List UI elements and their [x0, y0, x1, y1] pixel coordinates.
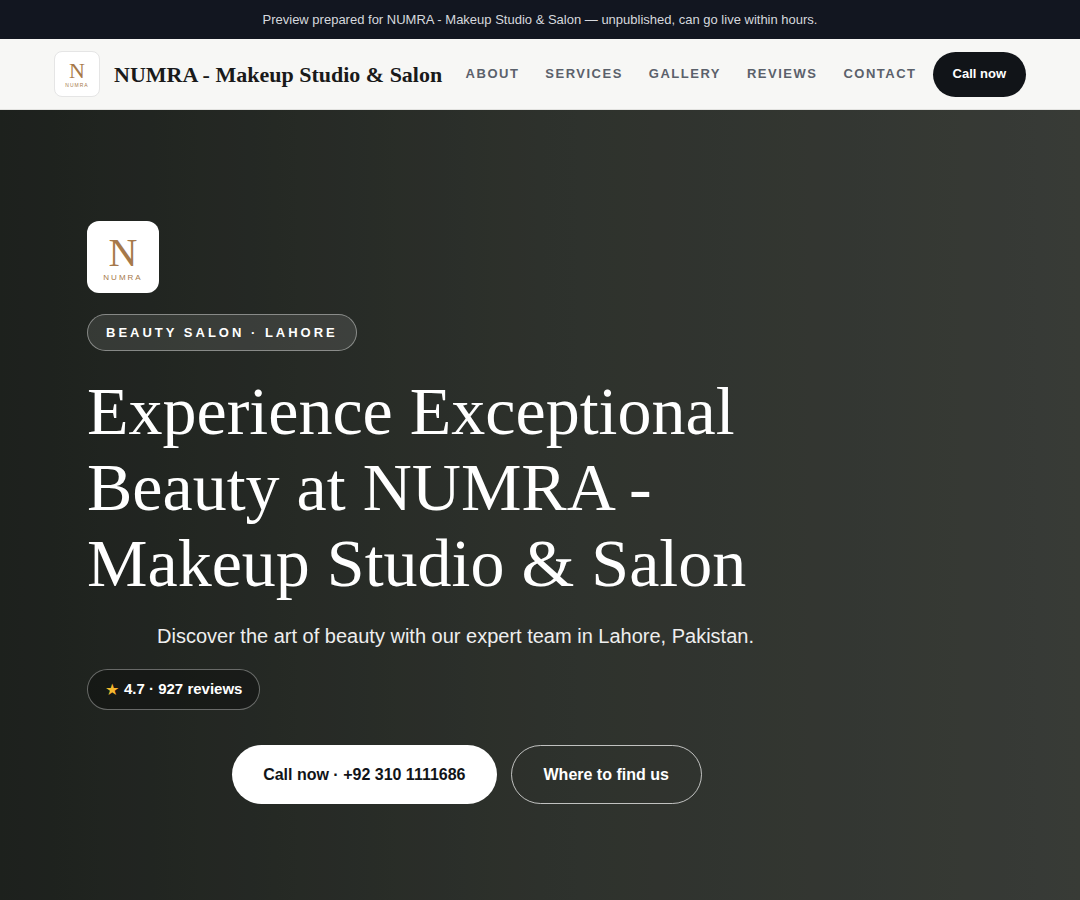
nav-links: ABOUT SERVICES GALLERY REVIEWS CONTACT — [466, 64, 917, 84]
logo-wordmark: NUMRA — [65, 82, 88, 88]
nav-logo[interactable]: N NUMRA — [54, 51, 100, 97]
star-icon: ★ — [105, 678, 119, 702]
directions-button[interactable]: Where to find us — [511, 745, 702, 804]
hero-subtitle: Discover the art of beauty with our expe… — [157, 617, 757, 655]
category-badge: BEAUTY SALON · LAHORE — [87, 314, 357, 351]
hero-buttons: Call now · +92 310 1111686 Where to find … — [87, 745, 847, 804]
nav-link[interactable]: ABOUT — [466, 64, 520, 84]
logo-mark: N — [109, 233, 138, 273]
hero-title: Experience Exceptional Beauty at NUMRA -… — [87, 373, 807, 601]
banner-text: Preview prepared for NUMRA - Makeup Stud… — [263, 10, 818, 30]
logo-mark: N — [69, 60, 85, 82]
call-button[interactable]: Call now · +92 310 1111686 — [232, 745, 496, 804]
call-now-button[interactable]: Call now — [933, 52, 1026, 97]
nav-link[interactable]: REVIEWS — [747, 64, 817, 84]
rating-badge: ★ 4.7 · 927 reviews — [87, 669, 260, 710]
rating-text: 4.7 · 927 reviews — [124, 678, 242, 701]
nav-link[interactable]: GALLERY — [649, 64, 721, 84]
brand-name[interactable]: NUMRA - Makeup Studio & Salon — [114, 58, 442, 91]
hero: N NUMRA BEAUTY SALON · LAHORE Experience… — [0, 110, 1080, 900]
nav-link[interactable]: CONTACT — [843, 64, 916, 84]
hero-content: N NUMRA BEAUTY SALON · LAHORE Experience… — [0, 110, 847, 804]
preview-banner: Preview prepared for NUMRA - Makeup Stud… — [0, 0, 1080, 39]
navbar: N NUMRA NUMRA - Makeup Studio & Salon AB… — [0, 39, 1080, 110]
logo-wordmark: NUMRA — [103, 273, 142, 282]
nav-link[interactable]: SERVICES — [545, 64, 623, 84]
hero-logo: N NUMRA — [87, 221, 159, 293]
